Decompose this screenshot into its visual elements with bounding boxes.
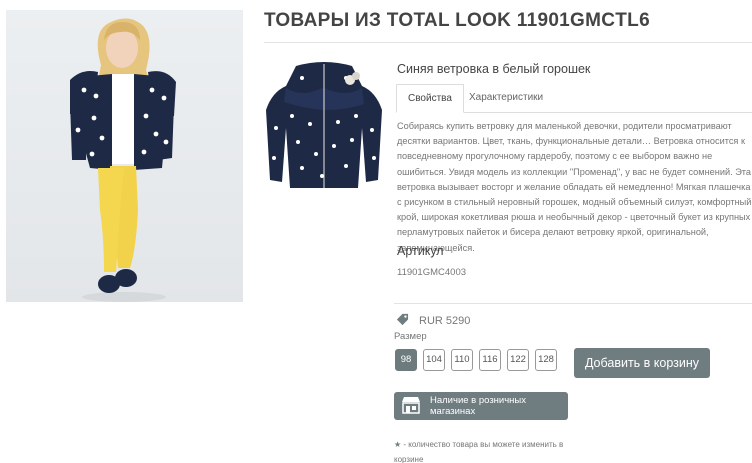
price-tag-icon	[396, 313, 409, 329]
hero-photo	[6, 10, 243, 302]
store-icon	[401, 396, 421, 417]
price-divider	[394, 303, 752, 304]
sku-value: 11901GMC4003	[397, 267, 467, 278]
price-row: RUR 5290	[396, 313, 470, 329]
product-tabs: Свойства Характеристики	[396, 84, 752, 113]
size-selector: 98 104 110 116 122 128	[395, 349, 557, 371]
price-value: RUR 5290	[419, 315, 471, 327]
tab-properties[interactable]: Свойства	[396, 84, 464, 113]
product-name: Синяя ветровка в белый горошек	[397, 62, 591, 76]
size-option[interactable]: 98	[395, 349, 417, 371]
tab-specifications[interactable]: Характеристики	[458, 84, 554, 113]
size-option[interactable]: 104	[423, 349, 445, 371]
sku-label: Артикул	[397, 244, 444, 258]
cart-note: ★ - количество товара вы можете изменить…	[394, 437, 574, 463]
page-title: ТОВАРЫ ИЗ TOTAL LOOK 11901GMCTL6	[264, 10, 650, 31]
add-to-cart-button[interactable]: Добавить в корзину	[574, 348, 710, 378]
size-option[interactable]: 116	[479, 349, 501, 371]
title-divider	[264, 42, 752, 43]
size-option[interactable]: 122	[507, 349, 529, 371]
store-availability-button[interactable]: Наличие в розничных магазинах	[394, 392, 568, 420]
product-description: Собираясь купить ветровку для маленькой …	[397, 121, 752, 253]
product-thumbnail[interactable]	[262, 58, 386, 196]
size-label: Размер	[394, 331, 427, 342]
cart-note-text: - количество товара вы можете изменить в…	[394, 440, 564, 463]
store-availability-label: Наличие в розничных магазинах	[430, 395, 527, 417]
size-option[interactable]: 110	[451, 349, 473, 371]
size-option[interactable]: 128	[535, 349, 557, 371]
